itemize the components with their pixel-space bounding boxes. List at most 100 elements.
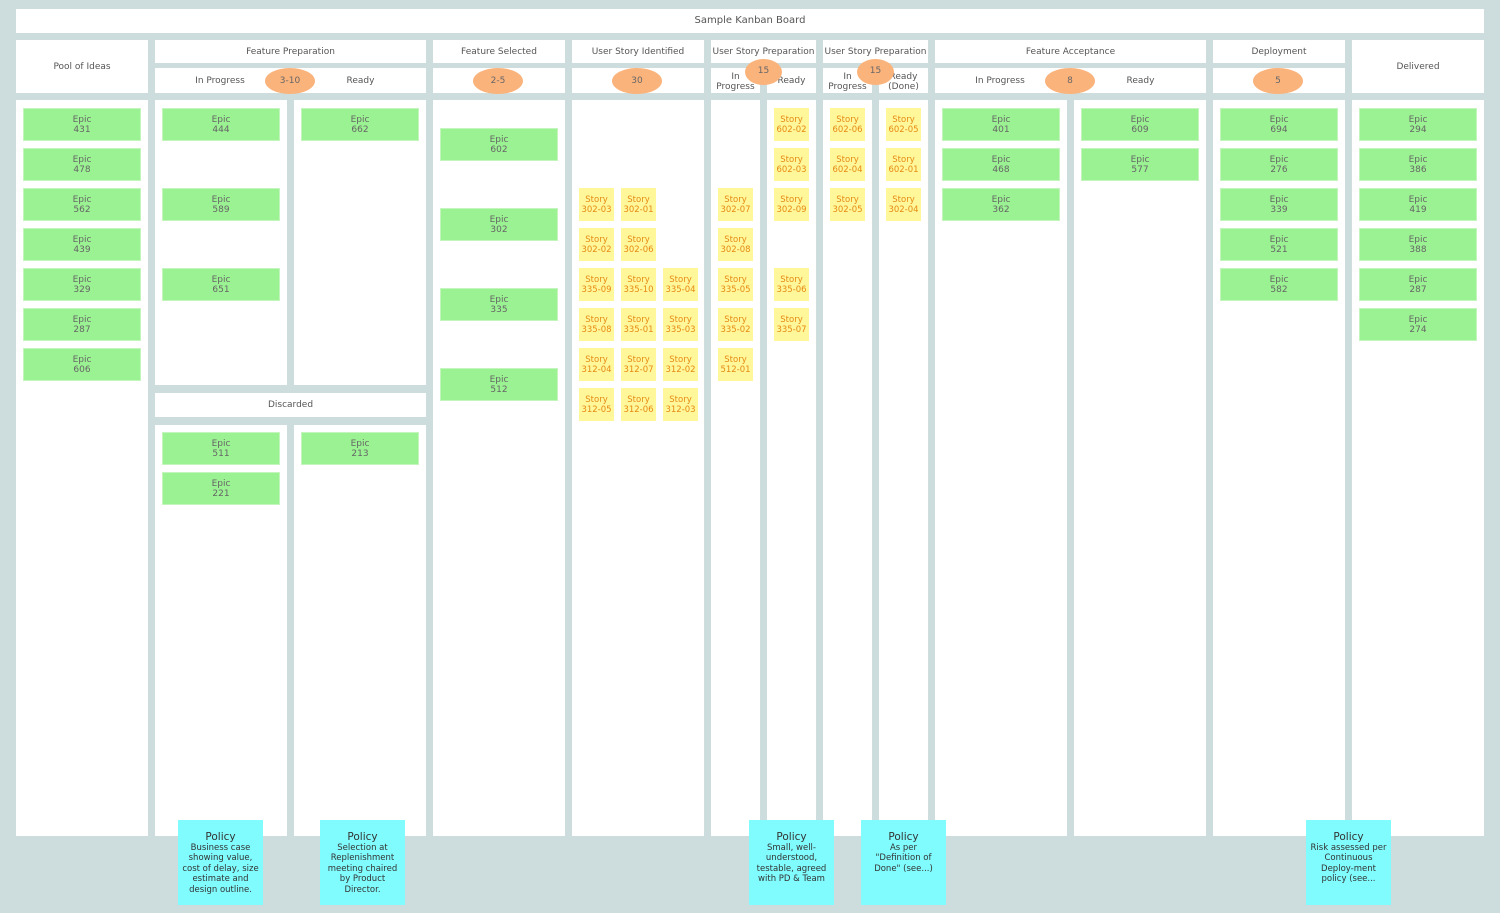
epic-card[interactable]: Epic 468	[942, 148, 1060, 181]
epic-card[interactable]: Epic 274	[1359, 308, 1477, 341]
card-id: 602-06	[832, 124, 863, 135]
epic-card[interactable]: Epic 335	[440, 288, 558, 321]
epic-card[interactable]: Epic 609	[1081, 108, 1199, 141]
story-card[interactable]: Story 602-02	[774, 108, 809, 141]
epic-card[interactable]: Epic 339	[1220, 188, 1338, 221]
card-type: Story	[669, 314, 692, 325]
card-type: Story	[724, 194, 747, 205]
story-card[interactable]: Story 602-03	[774, 148, 809, 181]
epic-card[interactable]: Epic 577	[1081, 148, 1199, 181]
epic-card[interactable]: Epic 276	[1220, 148, 1338, 181]
wip-limit-badge: 2-5	[473, 68, 523, 94]
story-card[interactable]: Story 335-09	[579, 268, 614, 301]
card-type: Epic	[72, 274, 92, 285]
story-card[interactable]: Story 602-05	[886, 108, 921, 141]
card-id: 388	[1409, 244, 1427, 255]
story-card[interactable]: Story 302-02	[579, 228, 614, 261]
story-card[interactable]: Story 312-02	[663, 348, 698, 381]
story-card[interactable]: Story 335-07	[774, 308, 809, 341]
epic-card[interactable]: Epic 651	[162, 268, 280, 301]
story-card[interactable]: Story 335-03	[663, 308, 698, 341]
epic-card[interactable]: Epic 388	[1359, 228, 1477, 261]
card-id: 609	[1131, 124, 1149, 135]
epic-card[interactable]: Epic 287	[1359, 268, 1477, 301]
epic-card[interactable]: Epic 362	[942, 188, 1060, 221]
card-id: 401	[992, 124, 1010, 135]
column-header-feature-preparation: Feature Preparation	[155, 40, 426, 63]
epic-card[interactable]: Epic 478	[23, 148, 141, 181]
story-card[interactable]: Story 312-03	[663, 388, 698, 421]
epic-card[interactable]: Epic 562	[23, 188, 141, 221]
card-type: Epic	[211, 194, 231, 205]
column-body-usp2-in-progress: Story 602-06 Story 602-04 Story 302-05	[823, 100, 872, 836]
card-type: Epic	[1269, 234, 1289, 245]
story-card[interactable]: Story 302-08	[718, 228, 753, 261]
story-card[interactable]: Story 302-09	[774, 188, 809, 221]
column-body-user-story-identified: Story 302-03 Story 302-01 Story 302-02 Story 30…	[572, 100, 704, 836]
story-card[interactable]: Story 512-01	[718, 348, 753, 381]
epic-card[interactable]: Epic 589	[162, 188, 280, 221]
epic-card[interactable]: Epic 419	[1359, 188, 1477, 221]
epic-card[interactable]: Epic 512	[440, 368, 558, 401]
story-card[interactable]: Story 312-07	[621, 348, 656, 381]
epic-card[interactable]: Epic 694	[1220, 108, 1338, 141]
epic-card[interactable]: Epic 602	[440, 128, 558, 161]
column-body-deployment: Epic 694 Epic 276 Epic 339 Epic 521 Epic 582	[1213, 100, 1345, 836]
story-card[interactable]: Story 335-01	[621, 308, 656, 341]
epic-card[interactable]: Epic 221	[162, 472, 280, 505]
story-card[interactable]: Story 335-06	[774, 268, 809, 301]
epic-card[interactable]: Epic 606	[23, 348, 141, 381]
story-card[interactable]: Story 302-03	[579, 188, 614, 221]
epic-card[interactable]: Epic 294	[1359, 108, 1477, 141]
card-id: 589	[212, 204, 230, 215]
story-card[interactable]: Story 302-05	[830, 188, 865, 221]
card-type: Story	[724, 354, 747, 365]
story-card[interactable]: Story 335-04	[663, 268, 698, 301]
card-type: Story	[836, 194, 859, 205]
story-card[interactable]: Story 312-06	[621, 388, 656, 421]
policy-heading: Policy	[776, 831, 807, 843]
epic-card[interactable]: Epic 213	[301, 432, 419, 465]
card-id: 221	[212, 488, 230, 499]
card-type: Epic	[1408, 234, 1428, 245]
story-card[interactable]: Story 335-05	[718, 268, 753, 301]
discarded-label: Discarded	[267, 400, 314, 410]
label: In Progress	[195, 75, 245, 86]
epic-card[interactable]: Epic 521	[1220, 228, 1338, 261]
epic-card[interactable]: Epic 401	[942, 108, 1060, 141]
story-card[interactable]: Story 602-04	[830, 148, 865, 181]
story-card[interactable]: Story 312-04	[579, 348, 614, 381]
card-id: 302-05	[832, 204, 863, 215]
card-type: Epic	[991, 194, 1011, 205]
card-id: 276	[1270, 164, 1288, 175]
epic-card[interactable]: Epic 582	[1220, 268, 1338, 301]
column-title: Feature Selected	[461, 46, 537, 57]
card-type: Epic	[211, 438, 231, 449]
epic-card[interactable]: Epic 386	[1359, 148, 1477, 181]
policy-heading: Policy	[888, 831, 919, 843]
story-card[interactable]: Story 335-02	[718, 308, 753, 341]
card-id: 312-04	[581, 364, 612, 375]
story-card[interactable]: Story 602-01	[886, 148, 921, 181]
epic-card[interactable]: Epic 287	[23, 308, 141, 341]
story-card[interactable]: Story 335-08	[579, 308, 614, 341]
epic-card[interactable]: Epic 431	[23, 108, 141, 141]
story-card[interactable]: Story 302-06	[621, 228, 656, 261]
story-card[interactable]: Story 302-04	[886, 188, 921, 221]
story-card[interactable]: Story 302-07	[718, 188, 753, 221]
story-card[interactable]: Story 335-10	[621, 268, 656, 301]
epic-card[interactable]: Epic 439	[23, 228, 141, 261]
card-id: 287	[73, 324, 91, 335]
epic-card[interactable]: Epic 329	[23, 268, 141, 301]
epic-card[interactable]: Epic 662	[301, 108, 419, 141]
story-card[interactable]: Story 312-05	[579, 388, 614, 421]
story-card[interactable]: Story 602-06	[830, 108, 865, 141]
story-card[interactable]: Story 302-01	[621, 188, 656, 221]
card-type: Story	[780, 154, 803, 165]
column-title: Feature Preparation	[246, 46, 335, 57]
card-type: Story	[585, 314, 608, 325]
card-id: 213	[351, 448, 369, 459]
epic-card[interactable]: Epic 302	[440, 208, 558, 241]
epic-card[interactable]: Epic 444	[162, 108, 280, 141]
epic-card[interactable]: Epic 511	[162, 432, 280, 465]
